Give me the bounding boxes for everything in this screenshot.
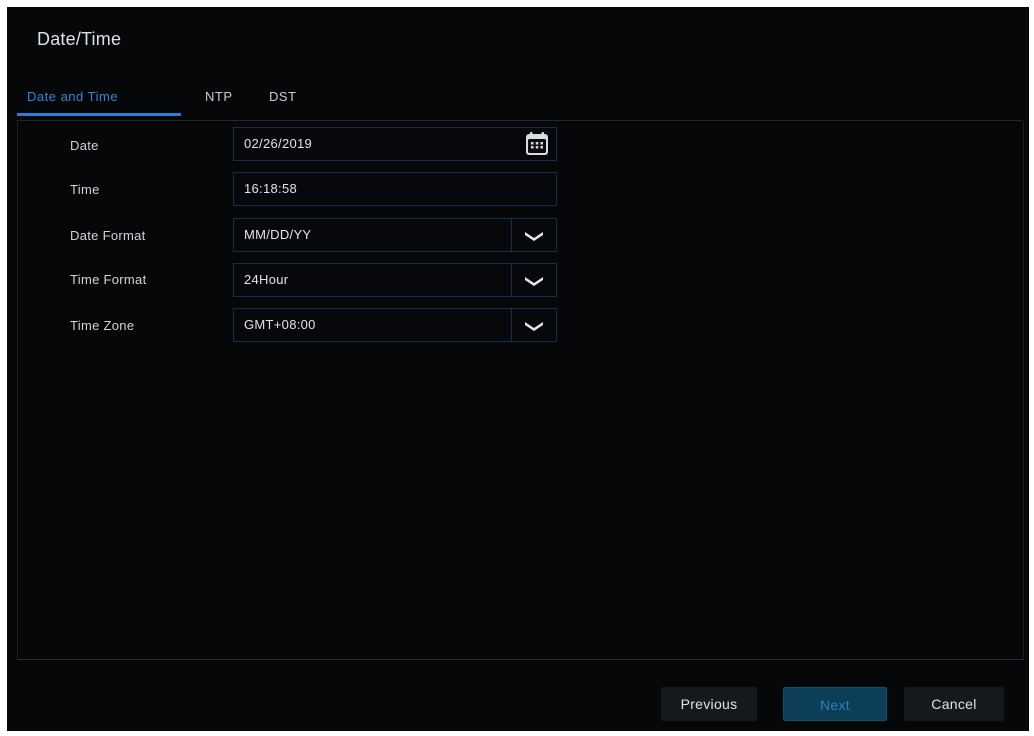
time-label: Time (70, 182, 100, 197)
cancel-button[interactable]: Cancel (904, 687, 1004, 721)
select-divider (511, 219, 512, 251)
time-zone-select[interactable]: GMT+08:00 (233, 308, 557, 342)
date-format-label: Date Format (70, 228, 146, 243)
tab-dst[interactable]: DST (269, 87, 297, 115)
calendar-icon[interactable] (524, 131, 550, 157)
chevron-down-icon[interactable] (524, 275, 544, 287)
time-format-label: Time Format (70, 272, 147, 287)
time-zone-value: GMT+08:00 (244, 317, 316, 332)
time-value: 16:18:58 (244, 181, 298, 196)
tab-bar: Date and Time NTP DST (17, 87, 1022, 121)
chevron-down-icon[interactable] (524, 230, 544, 242)
previous-button[interactable]: Previous (661, 687, 757, 721)
chevron-down-icon[interactable] (524, 320, 544, 332)
select-divider (511, 264, 512, 296)
tab-ntp[interactable]: NTP (205, 87, 233, 115)
time-format-select[interactable]: 24Hour (233, 263, 557, 297)
date-label: Date (70, 138, 99, 153)
page-title: Date/Time (37, 29, 122, 49)
date-format-select[interactable]: MM/DD/YY (233, 218, 557, 252)
date-format-value: MM/DD/YY (244, 227, 312, 242)
next-button[interactable]: Next (783, 687, 887, 721)
active-tab-indicator (17, 113, 181, 116)
tab-date-and-time[interactable]: Date and Time (27, 87, 118, 115)
date-field[interactable]: 02/26/2019 (233, 127, 557, 161)
time-field[interactable]: 16:18:58 (233, 172, 557, 206)
select-divider (511, 309, 512, 341)
date-value: 02/26/2019 (244, 136, 313, 151)
time-zone-label: Time Zone (70, 318, 135, 333)
date-time-window: Date/Time Date and Time NTP DST Date 02/… (7, 7, 1029, 731)
time-format-value: 24Hour (244, 272, 289, 287)
